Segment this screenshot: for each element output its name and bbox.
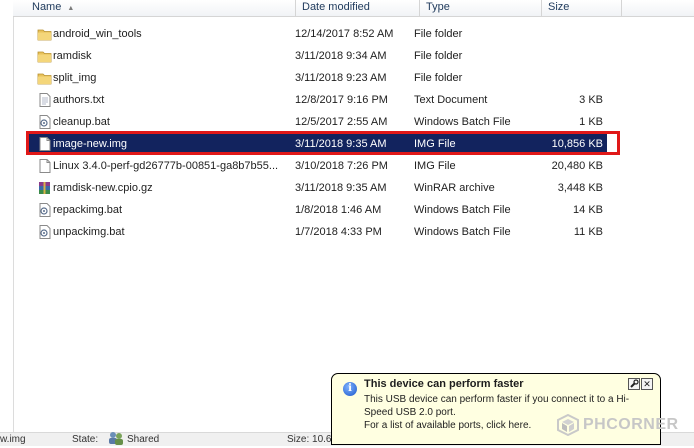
size-header-label: Size: [548, 1, 570, 13]
batch-file-icon: [37, 115, 52, 129]
balloon-line-1: This USB device can perform faster if yo…: [364, 394, 630, 405]
size-column-header[interactable]: Size: [542, 0, 622, 16]
archive-icon: [37, 181, 52, 195]
file-size: 3 KB: [579, 94, 603, 106]
red-highlight-box: [26, 131, 620, 155]
file-size: 1 KB: [579, 116, 603, 128]
file-name: ramdisk: [53, 50, 92, 62]
watermark-logo-icon: [557, 414, 579, 436]
file-name: android_win_tools: [53, 28, 142, 40]
watermark-text: PHCORNER: [583, 416, 679, 433]
file-row[interactable]: image-new.img 3/11/2018 9:35 AM IMG File 10…: [13, 131, 620, 155]
file-type: WinRAR archive: [414, 182, 495, 194]
status-state-label: State:: [72, 434, 99, 445]
file-size: 14 KB: [573, 204, 603, 216]
column-header: Name ▲ Date modified Type Size: [13, 0, 694, 17]
file-date: 1/8/2018 1:46 AM: [295, 204, 382, 216]
file-date: 12/5/2017 2:55 AM: [295, 116, 388, 128]
file-name: authors.txt: [53, 94, 105, 106]
file-type: File folder: [414, 72, 463, 84]
file-name: repackimg.bat: [53, 204, 123, 216]
file-type: IMG File: [414, 160, 456, 172]
balloon-close-button[interactable]: ✕: [641, 378, 653, 390]
file-name: unpackimg.bat: [53, 226, 125, 238]
file-date: 3/10/2018 7:26 PM: [295, 160, 388, 172]
file-name: ramdisk-new.cpio.gz: [53, 182, 153, 194]
name-header-label: Name: [32, 1, 62, 13]
file-size: 3,448 KB: [557, 182, 603, 194]
file-type: File folder: [414, 50, 463, 62]
explorer-window: Name ▲ Date modified Type Size android_wi…: [0, 0, 694, 448]
file-type: Windows Batch File: [414, 204, 511, 216]
folder-icon: [37, 71, 52, 85]
file-row[interactable]: split_img 3/11/2018 9:23 AM File folder: [13, 67, 613, 89]
type-header-label: Type: [426, 1, 450, 13]
batch-file-icon: [37, 225, 52, 239]
file-icon: [37, 159, 52, 173]
type-column-header[interactable]: Type: [420, 0, 542, 16]
name-column-header[interactable]: Name ▲: [26, 0, 296, 16]
file-size: [529, 23, 603, 45]
file-row[interactable]: authors.txt 12/8/2017 9:16 PM Text Documen…: [13, 89, 613, 111]
file-date: 3/11/2018 9:34 AM: [295, 50, 387, 62]
sort-arrow-icon: ▲: [67, 5, 75, 12]
file-row[interactable]: ramdisk-new.cpio.gz 3/11/2018 9:35 AM WinR…: [13, 177, 613, 199]
batch-file-icon: [37, 203, 52, 217]
settings-icon[interactable]: [628, 378, 640, 390]
file-type: Windows Batch File: [414, 116, 511, 128]
file-size: 20,480 KB: [551, 160, 603, 172]
date-header-label: Date modified: [302, 1, 370, 13]
status-state-value: Shared: [127, 434, 160, 445]
file-name: cleanup.bat: [53, 116, 110, 128]
shared-icon: [108, 431, 124, 448]
text-file-icon: [37, 93, 52, 107]
file-row[interactable]: Linux 3.4.0-perf-gd26777b-00851-ga8b7b55…: [13, 155, 613, 177]
file-size: 11 KB: [573, 226, 603, 238]
file-row[interactable]: repackimg.bat 1/8/2018 1:46 AM Windows Bat…: [13, 199, 613, 221]
file-size: [529, 67, 603, 89]
status-filename: w.img: [0, 434, 26, 445]
file-name: split_img: [53, 72, 97, 84]
balloon-title: This device can perform faster: [364, 378, 524, 390]
folder-icon: [37, 27, 52, 41]
file-size: [529, 45, 603, 67]
file-row[interactable]: unpackimg.bat 1/7/2018 4:33 PM Windows Bat…: [13, 221, 613, 243]
file-date: 3/11/2018 9:23 AM: [295, 72, 387, 84]
file-row[interactable]: ramdisk 3/11/2018 9:34 AM File folder: [13, 45, 613, 67]
date-column-header[interactable]: Date modified: [296, 0, 420, 16]
folder-icon: [37, 49, 52, 63]
file-date: 3/11/2018 9:35 AM: [295, 182, 387, 194]
file-type: Text Document: [414, 94, 488, 106]
file-name: Linux 3.4.0-perf-gd26777b-00851-ga8b7b55…: [53, 160, 279, 172]
file-row[interactable]: android_win_tools 12/14/2017 8:52 AM File …: [13, 23, 613, 45]
usb-notification-balloon[interactable]: i This device can perform faster ✕ This …: [331, 373, 661, 445]
file-date: 1/7/2018 4:33 PM: [295, 226, 382, 238]
info-icon: i: [343, 382, 357, 396]
file-type: File folder: [414, 28, 463, 40]
file-row[interactable]: cleanup.bat 12/5/2017 2:55 AM Windows Batc…: [13, 111, 613, 133]
file-type: Windows Batch File: [414, 226, 511, 238]
file-date: 12/8/2017 9:16 PM: [295, 94, 388, 106]
file-date: 12/14/2017 8:52 AM: [295, 28, 394, 40]
